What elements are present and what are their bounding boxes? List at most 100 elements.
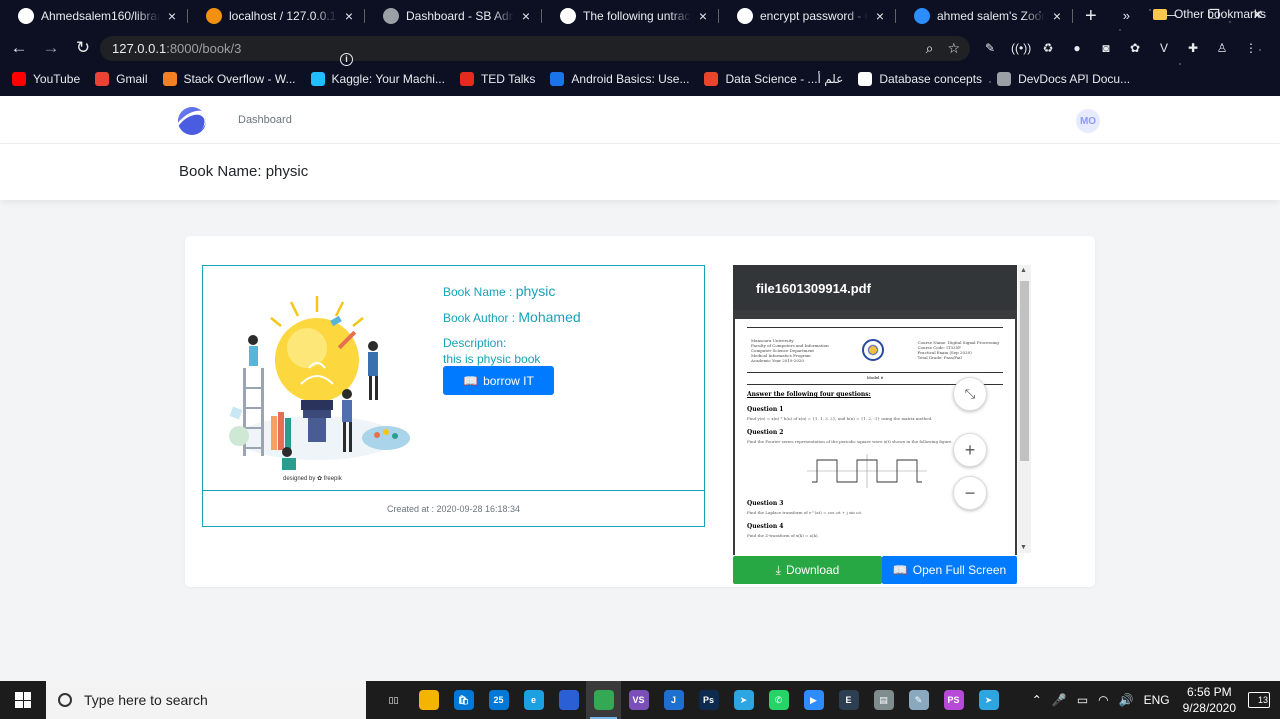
borrow-button[interactable]: 📖 borrow IT (443, 366, 554, 395)
bookmark-item[interactable]: Kaggle: Your Machi... (310, 72, 445, 86)
bookmark-item[interactable]: Database concepts (858, 72, 982, 86)
zoom-icon[interactable]: ⌕ (926, 40, 934, 57)
taskbar-app-store[interactable]: 🛍 (446, 681, 481, 719)
language-indicator[interactable]: ENG (1144, 693, 1170, 707)
extension-circle-icon[interactable]: ● (1069, 40, 1085, 56)
close-tab-icon[interactable]: × (164, 8, 180, 24)
profile-icon[interactable]: ♙ (1214, 40, 1230, 56)
bookmark-item[interactable]: Android Basics: Use... (550, 72, 689, 86)
scroll-down-icon[interactable]: ▼ (1020, 544, 1027, 551)
bookmark-favicon-icon (997, 72, 1012, 86)
reload-button[interactable]: ↻ (70, 38, 96, 58)
extension-recycle-icon[interactable]: ♻ (1040, 40, 1056, 56)
phpstorm-icon: PS (943, 690, 964, 710)
taskbar-app-firefox[interactable] (551, 681, 586, 719)
taskbar-app-task-view[interactable]: ▯▯ (376, 681, 411, 719)
bookmarks-overflow-icon[interactable]: » (1123, 8, 1130, 23)
created-at: Created at : 2020-09-28 16:18:34 (386, 503, 521, 514)
address-bar[interactable]: i 127.0.0.1:8000/book/3 ⌕ ☆ (100, 36, 970, 66)
pinned-apps: ▯▯ 🛍 25 e VS J Ps ➤ ✆ ▶ E ▤ ✎ PS ➤ (376, 681, 1006, 719)
taskbar-app-whatsapp[interactable]: ✆ (761, 681, 796, 719)
book-open-icon: 📖 (892, 563, 908, 577)
taskbar-app-edge[interactable]: e (516, 681, 551, 719)
user-avatar[interactable]: MO (1076, 109, 1100, 133)
close-tab-icon[interactable]: × (695, 8, 711, 24)
scrollbar-thumb[interactable] (1020, 281, 1029, 461)
browser-tab[interactable]: localhost / 127.0.0.1 / library × (188, 0, 365, 32)
clock-date: 9/28/2020 (1182, 701, 1236, 715)
app-logo[interactable] (178, 107, 206, 135)
taskbar-app-visual-studio[interactable]: VS (621, 681, 656, 719)
close-tab-icon[interactable]: × (872, 8, 888, 24)
new-tab-button[interactable]: + (1085, 5, 1097, 28)
nav-link-dashboard[interactable]: Dashboard (238, 114, 292, 126)
extension-pen-icon[interactable]: ✎ (982, 40, 998, 56)
wifi-icon[interactable]: ◠ (1098, 693, 1108, 707)
bookmark-star-icon[interactable]: ☆ (947, 40, 960, 57)
book-name-value: physic (515, 283, 556, 299)
taskbar-app-zoom[interactable]: ▶ (796, 681, 831, 719)
scroll-up-icon[interactable]: ▲ (1020, 267, 1027, 274)
open-fullscreen-button[interactable]: 📖 Open Full Screen (882, 556, 1017, 584)
taskbar-app-file-explorer[interactable] (411, 681, 446, 719)
taskbar-app-phpstorm[interactable]: PS (936, 681, 971, 719)
browser-tab[interactable]: Ahmedsalem160/library × (0, 0, 188, 32)
pdf-scrollbar[interactable]: ▲ ▼ (1018, 265, 1031, 553)
bookmark-item[interactable]: Stack Overflow - W... (162, 72, 296, 86)
pdf-viewer[interactable]: file1601309914.pdf Mansoura University Fa… (733, 265, 1017, 555)
notifications-button[interactable]: 13 (1248, 692, 1270, 708)
clock-time: 6:56 PM (1186, 685, 1232, 699)
bookmark-item[interactable]: Data Science - ...علم أ (704, 72, 843, 86)
browser-tab[interactable]: Dashboard - SB Admin × (365, 0, 542, 32)
close-tab-icon[interactable]: × (518, 8, 534, 24)
extension-v-icon[interactable]: V (1156, 40, 1172, 56)
close-tab-icon[interactable]: × (341, 8, 357, 24)
fit-page-button[interactable]: ⤡ (953, 377, 987, 411)
tab-title: encrypt password - Google (760, 9, 868, 23)
forward-button[interactable]: → (38, 38, 64, 58)
extension-cast-icon[interactable]: ((•)) (1011, 40, 1031, 56)
bookmark-item[interactable]: TED Talks (459, 72, 535, 86)
close-tab-icon[interactable]: × (1049, 8, 1065, 24)
other-bookmarks[interactable]: Other bookmarks (1152, 7, 1266, 21)
extension-flower-icon[interactable]: ✿ (1127, 40, 1143, 56)
browser-tab[interactable]: The following untracked × (542, 0, 719, 32)
taskbar-app-notes[interactable]: ✎ (901, 681, 936, 719)
description-value: this is physic book (443, 352, 541, 366)
clock[interactable]: 6:56 PM 9/28/2020 (1183, 684, 1236, 716)
photoshop-icon: Ps (698, 690, 719, 710)
menu-dots-icon[interactable]: ⋮ (1243, 40, 1259, 56)
taskbar-app-chrome[interactable] (586, 681, 621, 719)
taskbar-app-files[interactable]: ▤ (866, 681, 901, 719)
folder-icon (1152, 8, 1167, 20)
browser-tab[interactable]: encrypt password - Google × (719, 0, 896, 32)
taskbar-app-jetbrains[interactable]: J (656, 681, 691, 719)
tray-expand-icon[interactable]: ⌃ (1032, 693, 1042, 707)
zoom-out-button[interactable]: − (953, 476, 987, 510)
extension-camera-icon[interactable]: ◙ (1098, 40, 1114, 56)
taskbar-app-telegram-2[interactable]: ➤ (971, 681, 1006, 719)
microphone-icon[interactable]: 🎤 (1052, 693, 1067, 707)
battery-icon[interactable]: ▭ (1077, 693, 1088, 707)
download-button[interactable]: ⤓ Download (733, 556, 882, 584)
taskbar-app-telegram[interactable]: ➤ (726, 681, 761, 719)
bookmark-item[interactable]: YouTube (12, 72, 80, 86)
notification-count: 13 (1257, 695, 1268, 705)
bookmark-favicon-icon (704, 72, 719, 86)
bookmark-label: Data Science - ...علم أ (725, 72, 844, 86)
bookmark-item[interactable]: Gmail (95, 72, 148, 86)
taskbar-search[interactable]: Type here to search (46, 681, 366, 719)
fit-page-icon: ⤡ (964, 386, 976, 401)
zoom-in-button[interactable]: + (953, 433, 987, 467)
volume-icon[interactable]: 🔊 (1119, 693, 1134, 707)
search-placeholder: Type here to search (84, 692, 208, 708)
start-button[interactable] (0, 681, 46, 719)
taskbar-app-epic-app[interactable]: E (831, 681, 866, 719)
bookmark-item[interactable]: DevDocs API Docu... (997, 72, 1130, 86)
taskbar-app-photoshop[interactable]: Ps (691, 681, 726, 719)
back-button[interactable]: ← (6, 38, 32, 58)
url-text[interactable]: 127.0.0.1:8000/book/3 (112, 41, 241, 56)
extensions-puzzle-icon[interactable]: ✚ (1185, 40, 1201, 56)
taskbar-app-mail[interactable]: 25 (481, 681, 516, 719)
browser-tab[interactable]: ahmed salem's Zoom × (896, 0, 1073, 32)
